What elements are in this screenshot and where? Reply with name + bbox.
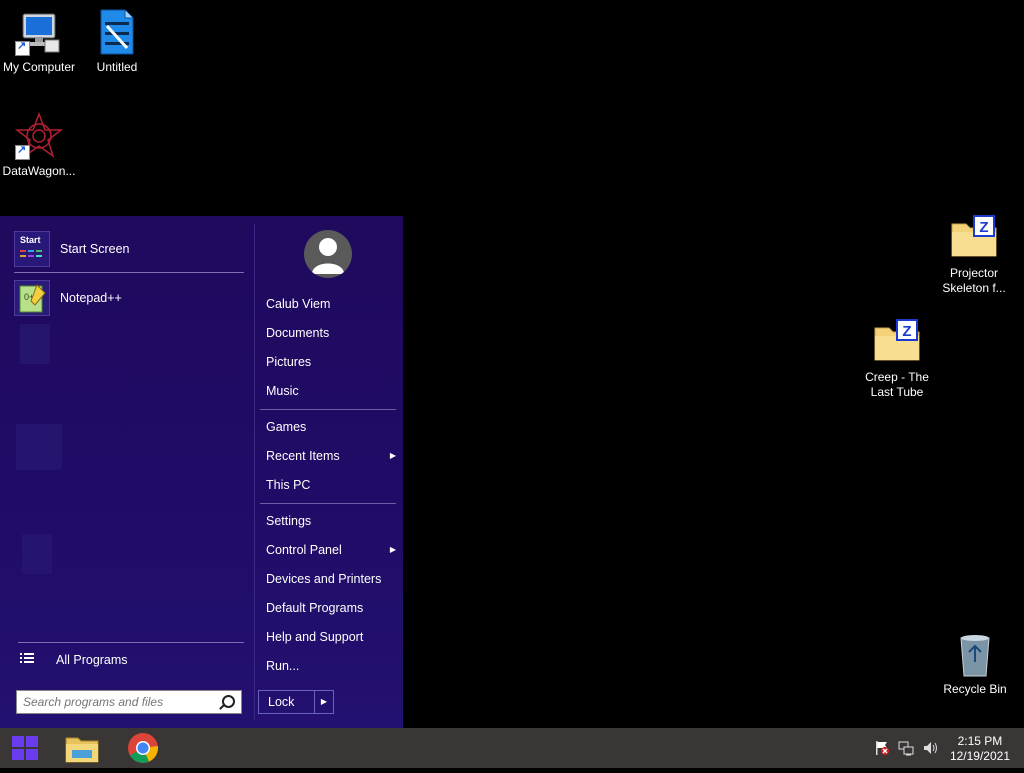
menu-separator [260, 409, 396, 410]
my-computer-icon [15, 8, 63, 56]
recycle-bin-icon [951, 630, 999, 678]
desktop-icon-datawagon[interactable]: DataWagon... [0, 111, 79, 179]
menu-separator [260, 503, 396, 504]
shortcut-arrow-icon [15, 143, 30, 160]
submenu-arrow-icon: ▶ [389, 451, 396, 460]
desktop-icon-creep-last-tube[interactable]: Z Creep - The Last Tube [857, 318, 937, 400]
all-programs-button[interactable]: All Programs [20, 652, 128, 668]
start-menu-right-pane: Calub Viem Documents Pictures Music Game… [254, 216, 403, 728]
start-button[interactable] [0, 728, 48, 768]
pinned-item-label: Start Screen [60, 242, 130, 256]
search-icon[interactable] [222, 695, 235, 708]
notepad-plus-plus-icon: 0++ [14, 280, 50, 316]
pinned-item-label: Notepad++ [60, 291, 122, 305]
video-file-icon [93, 8, 141, 56]
menu-item-games[interactable]: Games [266, 416, 396, 438]
pinned-item-notepad-plus-plus[interactable]: 0++ Notepad++ [14, 279, 244, 317]
file-explorer-icon [65, 737, 99, 763]
desktop-icon-label: Projector Skeleton f... [942, 266, 1006, 295]
shortcut-arrow-icon [15, 39, 30, 56]
system-clock[interactable]: 2:15 PM 12/19/2021 [950, 734, 1010, 764]
menu-item-run[interactable]: Run... [266, 655, 396, 677]
translucent-desktop-icon [22, 534, 52, 574]
menu-item-user[interactable]: Calub Viem [266, 293, 396, 315]
translucent-desktop-icon [16, 424, 62, 470]
desktop-icon-untitled[interactable]: Untitled [77, 8, 157, 75]
user-icon [312, 238, 344, 274]
pinned-item-start-screen[interactable]: Start Start Screen [14, 230, 244, 268]
action-center-flag-icon[interactable] [874, 740, 890, 756]
menu-item-music[interactable]: Music [266, 380, 396, 402]
translucent-desktop-icon [20, 324, 50, 364]
menu-item-control-panel[interactable]: Control Panel ▶ [266, 539, 396, 561]
zip-folder-icon: Z [873, 318, 921, 366]
all-programs-label: All Programs [56, 653, 128, 667]
menu-item-recent-items[interactable]: Recent Items ▶ [266, 445, 396, 467]
network-icon[interactable] [898, 740, 914, 756]
start-screen-icon: Start [14, 231, 50, 267]
menu-item-label: Control Panel [266, 543, 342, 557]
desktop-icon-label: Recycle Bin [943, 682, 1007, 696]
search-input[interactable] [21, 691, 215, 713]
list-icon [20, 652, 36, 669]
datawagon-icon [14, 111, 64, 160]
desktop-icon-label: Untitled [96, 60, 138, 74]
start-menu: Start Start Screen 0++ Notepad++ All Pro… [0, 216, 403, 728]
zip-folder-icon: Z [950, 214, 998, 262]
lock-button[interactable]: Lock ▶ [258, 690, 334, 714]
pinned-separator [14, 272, 244, 273]
windows-logo-icon [12, 736, 38, 760]
search-box[interactable] [16, 690, 242, 714]
start-screen-tile-text: Start [20, 235, 41, 245]
desktop-icon-label: DataWagon... [2, 164, 76, 178]
svg-text:Z: Z [902, 323, 911, 340]
taskbar-file-explorer[interactable] [58, 728, 106, 768]
chrome-icon [128, 733, 159, 763]
volume-icon[interactable] [922, 740, 938, 756]
desktop-icon-my-computer[interactable]: My Computer [0, 8, 79, 75]
clock-time: 2:15 PM [957, 734, 1003, 748]
start-menu-left-pane: Start Start Screen 0++ Notepad++ All Pro… [0, 216, 254, 728]
clock-date: 12/19/2021 [949, 749, 1010, 763]
menu-item-devices-and-printers[interactable]: Devices and Printers [266, 568, 396, 590]
submenu-arrow-icon: ▶ [389, 545, 396, 554]
desktop-icon-label: My Computer [2, 60, 76, 74]
menu-item-documents[interactable]: Documents [266, 322, 396, 344]
all-programs-separator [18, 642, 244, 643]
lock-button-label[interactable]: Lock [259, 691, 314, 713]
desktop-icon-recycle-bin[interactable]: Recycle Bin [935, 630, 1015, 697]
menu-item-this-pc[interactable]: This PC [266, 474, 396, 496]
menu-item-settings[interactable]: Settings [266, 510, 396, 532]
taskbar: 2:15 PM 12/19/2021 [0, 728, 1024, 768]
lock-options-arrow-icon[interactable]: ▶ [314, 691, 333, 713]
svg-text:Z: Z [979, 219, 988, 236]
menu-item-pictures[interactable]: Pictures [266, 351, 396, 373]
desktop-icon-label: Creep - The Last Tube [865, 370, 929, 399]
menu-item-label: Recent Items [266, 449, 340, 463]
menu-item-help-and-support[interactable]: Help and Support [266, 626, 396, 648]
menu-item-default-programs[interactable]: Default Programs [266, 597, 396, 619]
desktop-icon-projector-skeleton[interactable]: Z Projector Skeleton f... [934, 214, 1014, 296]
taskbar-chrome[interactable] [119, 728, 167, 768]
user-avatar[interactable] [304, 230, 352, 278]
